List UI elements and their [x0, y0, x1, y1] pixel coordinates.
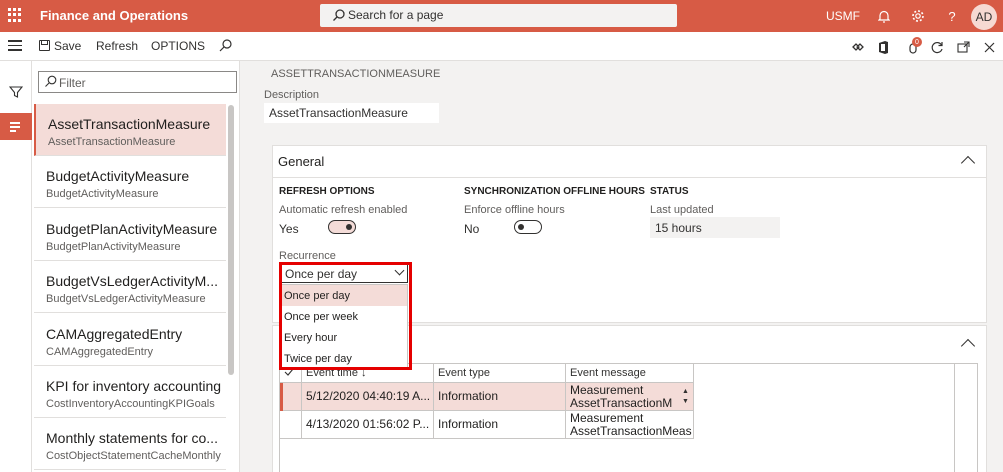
- list-item-title: BudgetPlanActivityMeasure: [46, 221, 218, 237]
- event-type-cell[interactable]: Information: [434, 411, 566, 439]
- list-item-subtitle: CostInventoryAccountingKPIGoals: [46, 398, 215, 410]
- navigation-rail: [0, 61, 32, 472]
- action-bar: Save Refresh OPTIONS 0: [0, 32, 1003, 61]
- list-item-subtitle: BudgetActivityMeasure: [46, 188, 159, 200]
- refresh-options-header: REFRESH OPTIONS: [279, 186, 375, 197]
- list-item-title: AssetTransactionMeasure: [48, 116, 211, 132]
- top-bar: Finance and Operations Search for a page…: [0, 0, 1003, 32]
- app-title[interactable]: Finance and Operations: [40, 8, 188, 23]
- checkmark-icon: [284, 368, 294, 376]
- chevron-down-icon: [394, 265, 405, 276]
- search-placeholder: Search for a page: [348, 8, 444, 22]
- filter-icon[interactable]: [9, 85, 23, 99]
- event-time-cell[interactable]: 5/12/2020 04:40:19 A...: [302, 383, 434, 411]
- offline-hours-value: No: [464, 222, 480, 236]
- event-time-cell[interactable]: 4/13/2020 01:56:02 P...: [302, 411, 434, 439]
- list-item-title: KPI for inventory accounting: [46, 378, 222, 394]
- list-item[interactable]: BudgetPlanActivityMeasure BudgetPlanActi…: [34, 209, 226, 261]
- general-section-title[interactable]: General: [278, 154, 324, 169]
- recurrence-dropdown[interactable]: Once per day: [281, 264, 408, 283]
- list-scrollbar[interactable]: [228, 105, 234, 375]
- app-launcher-icon[interactable]: [8, 8, 22, 22]
- bell-icon[interactable]: [874, 6, 894, 26]
- filter-input[interactable]: Filter: [38, 71, 237, 93]
- event-message-cell[interactable]: Measurement AssetTransactionM: [566, 383, 694, 411]
- list-item-subtitle: BudgetVsLedgerActivityMeasure: [46, 293, 206, 305]
- list-item-title: CAMAggregatedEntry: [46, 326, 183, 342]
- refresh-button[interactable]: Refresh: [96, 39, 138, 53]
- column-header-event-message[interactable]: Event message: [566, 364, 694, 383]
- list-item-title: Monthly statements for co...: [46, 430, 218, 446]
- notification-badge: 0: [912, 37, 922, 47]
- avatar[interactable]: AD: [971, 4, 997, 30]
- events-grid: Event time ↓ Event type Event message 5/…: [279, 363, 978, 472]
- list-item-subtitle: BudgetPlanActivityMeasure: [46, 241, 181, 253]
- list-item[interactable]: BudgetVsLedgerActivityM... BudgetVsLedge…: [34, 261, 226, 313]
- event-message-line: AssetTransactionMeas: [570, 424, 692, 438]
- row-selector[interactable]: [280, 411, 302, 439]
- grid-divider: [954, 364, 955, 472]
- company-picker[interactable]: USMF: [826, 9, 860, 23]
- column-header-event-type[interactable]: Event type: [434, 364, 566, 383]
- spin-arrows-icon[interactable]: ▲ ▼: [682, 387, 689, 407]
- row-selector[interactable]: [280, 383, 302, 411]
- record-list-pane: Filter AssetTransactionMeasure AssetTran…: [32, 61, 240, 472]
- list-item[interactable]: KPI for inventory accounting CostInvento…: [34, 366, 226, 418]
- recurrence-options-menu: Once per day Once per week Every hour Tw…: [281, 284, 408, 368]
- list-item[interactable]: BudgetActivityMeasure BudgetActivityMeas…: [34, 156, 226, 208]
- page-title: ASSETTRANSACTIONMEASURE: [271, 68, 441, 80]
- recurrence-option[interactable]: Once per week: [282, 306, 407, 327]
- help-icon[interactable]: ?: [942, 6, 962, 26]
- office-icon[interactable]: [875, 39, 891, 55]
- filter-placeholder: Filter: [59, 76, 86, 90]
- page-search-input[interactable]: Search for a page: [320, 4, 677, 27]
- recurrence-option[interactable]: Once per day: [282, 285, 407, 306]
- event-message-cell[interactable]: Measurement AssetTransactionMeas: [566, 411, 694, 439]
- sync-offline-header: SYNCHRONIZATION OFFLINE HOURS: [464, 186, 645, 197]
- save-button[interactable]: Save: [54, 39, 81, 53]
- gear-icon[interactable]: [908, 6, 928, 26]
- description-field[interactable]: AssetTransactionMeasure: [264, 103, 439, 123]
- auto-refresh-toggle[interactable]: [328, 220, 356, 234]
- diamond-link-icon[interactable]: [850, 39, 866, 55]
- list-item-subtitle: CAMAggregatedEntry: [46, 346, 153, 358]
- open-new-window-icon[interactable]: [955, 39, 971, 55]
- offline-hours-toggle[interactable]: [514, 220, 542, 234]
- event-message-line: AssetTransactionM: [570, 396, 673, 410]
- description-label: Description: [264, 89, 320, 101]
- last-updated-label: Last updated: [650, 204, 714, 216]
- auto-refresh-label: Automatic refresh enabled: [279, 204, 408, 216]
- list-view-icon[interactable]: [0, 113, 32, 140]
- recurrence-option[interactable]: Twice per day: [282, 348, 407, 369]
- list-item-subtitle: CostObjectStatementCacheMonthly: [46, 450, 221, 462]
- hamburger-menu-icon[interactable]: [8, 40, 22, 54]
- recurrence-option[interactable]: Every hour: [282, 327, 407, 348]
- refresh-page-icon[interactable]: [929, 39, 945, 55]
- search-icon: [333, 9, 345, 21]
- save-icon[interactable]: [39, 40, 50, 51]
- status-header: STATUS: [650, 186, 689, 197]
- close-icon[interactable]: [981, 39, 997, 55]
- search-icon: [45, 75, 57, 87]
- list-item[interactable]: Monthly statements for co... CostObjectS…: [34, 418, 226, 470]
- list-item-subtitle: AssetTransactionMeasure: [48, 136, 176, 148]
- recurrence-selected-value: Once per day: [285, 267, 358, 281]
- options-button[interactable]: OPTIONS: [151, 39, 205, 53]
- offline-hours-label: Enforce offline hours: [464, 204, 565, 216]
- list-item[interactable]: AssetTransactionMeasure AssetTransaction…: [34, 104, 226, 156]
- list-item-title: BudgetActivityMeasure: [46, 168, 190, 184]
- action-search-icon[interactable]: [218, 38, 234, 54]
- last-updated-value: 15 hours: [650, 217, 780, 238]
- list-item[interactable]: CAMAggregatedEntry CAMAggregatedEntry: [34, 314, 226, 366]
- divider: [273, 177, 986, 178]
- auto-refresh-value: Yes: [279, 222, 299, 236]
- recurrence-label: Recurrence: [279, 250, 336, 262]
- event-type-cell[interactable]: Information: [434, 383, 566, 411]
- list-item-title: BudgetVsLedgerActivityM...: [46, 273, 218, 289]
